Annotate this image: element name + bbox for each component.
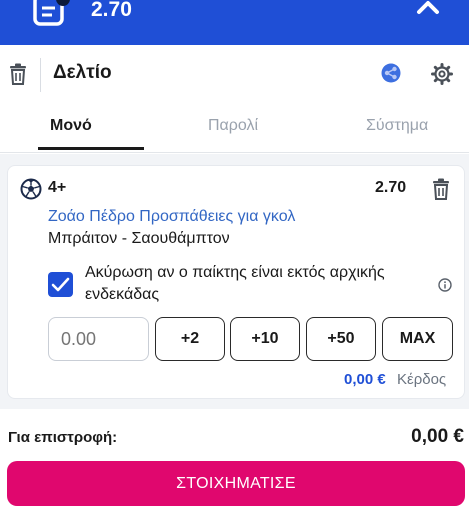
quick-stake-plus-10-button[interactable]: +10 [230,317,300,361]
football-icon [20,178,42,200]
tab-single[interactable]: Μονό [38,117,144,150]
active-tab-indicator [38,147,144,150]
return-amount: 0,00 € [411,426,464,447]
betslip-ticket-icon [32,0,74,30]
void-if-not-starting-checkbox[interactable] [48,272,73,297]
tab-parlay[interactable]: Παρολί [208,117,258,135]
place-bet-button[interactable]: ΣΤΟΙΧΗΜΑΤΙΣΕ [7,461,465,506]
tab-system-label: Σύστημα [366,117,429,134]
page-title: Δελτίο [53,62,112,83]
void-option-label: Ακύρωση αν ο παίκτης είναι εκτός αρχικής… [85,264,385,303]
bet-type-tabs: Μονό Παρολί Σύστημα [0,103,469,153]
selection-name: Ζοάο Πέδρο Προσπάθειες για γκολ [48,208,296,225]
total-odds: 2.70 [91,0,132,21]
chevron-up-icon[interactable] [414,0,442,24]
potential-win-label: Κέρδος [397,371,447,388]
betslip-header: Δελτίο [0,45,469,103]
quick-stake-plus-2-button[interactable]: +2 [155,317,225,361]
market-name: 4+ [48,179,67,196]
return-label: Για επιστροφή: [8,429,118,446]
trash-icon[interactable] [9,63,27,85]
potential-win-amount: 0,00 € [344,371,386,388]
quick-stake-max-button[interactable]: MAX [382,317,453,361]
tab-single-label: Μονό [50,117,92,134]
betslip-topbar[interactable]: 2.70 [0,0,469,45]
event-name: Μπράιτον - Σαουθάμπτον [48,230,230,247]
info-icon[interactable] [438,278,452,292]
stake-input[interactable] [48,317,149,361]
tab-system[interactable]: Σύστημα [366,117,428,135]
tab-parlay-label: Παρολί [208,117,259,134]
header-divider [40,58,41,92]
share-icon[interactable] [381,63,401,83]
trash-icon[interactable] [432,178,450,200]
bet-selection-card: 4+ 2.70 Ζοάο Πέδρο Προσπάθειες για γκολ … [7,165,465,399]
quick-stake-plus-50-button[interactable]: +50 [306,317,376,361]
betslip-content: 4+ 2.70 Ζοάο Πέδρο Προσπάθειες για γκολ … [0,154,469,409]
gear-icon[interactable] [431,63,453,85]
selection-odds: 2.70 [375,179,407,196]
betslip-footer: Για επιστροφή: 0,00 € ΣΤΟΙΧΗΜΑΤΙΣΕ [0,409,469,511]
